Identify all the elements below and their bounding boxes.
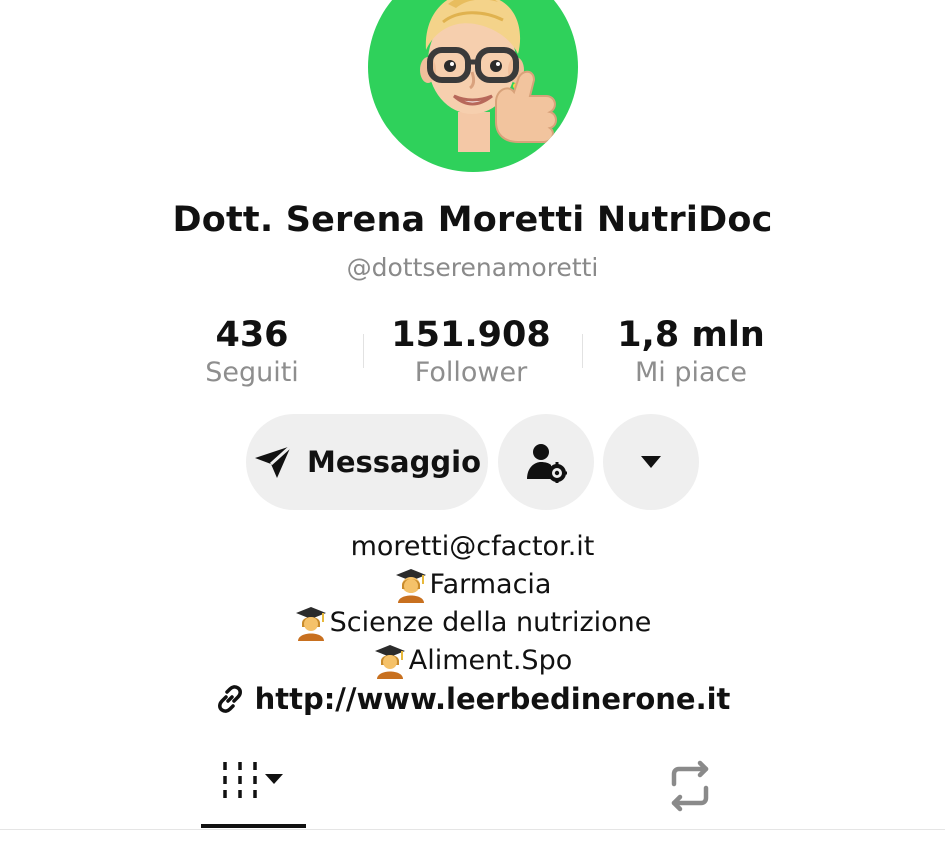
following-count: 436 bbox=[215, 315, 289, 355]
graduate-emoji-icon bbox=[374, 645, 405, 679]
bio-line: Aliment.Spo bbox=[0, 642, 945, 680]
graduate-emoji-icon bbox=[295, 607, 326, 641]
send-icon bbox=[255, 444, 293, 478]
message-button[interactable]: Messaggio bbox=[246, 414, 488, 510]
bio-line: Farmacia bbox=[0, 566, 945, 604]
message-button-label: Messaggio bbox=[307, 445, 481, 479]
stat-likes[interactable]: 1,8 mln Mi piace bbox=[581, 314, 801, 390]
repost-icon bbox=[671, 760, 709, 812]
bio-line: Scienze della nutrizione bbox=[0, 604, 945, 642]
bio-email-line: moretti@cfactor.it bbox=[0, 528, 945, 566]
user-settings-button[interactable] bbox=[498, 414, 594, 510]
tab-bar-divider bbox=[0, 829, 945, 830]
bio-line-text: Scienze della nutrizione bbox=[329, 607, 652, 638]
user-settings-icon bbox=[527, 444, 567, 483]
tab-videos[interactable] bbox=[201, 758, 306, 828]
likes-count: 1,8 mln bbox=[617, 315, 765, 355]
following-label: Seguiti bbox=[205, 357, 299, 388]
link-icon bbox=[217, 685, 242, 713]
likes-label: Mi piace bbox=[634, 357, 748, 388]
tab-reposts[interactable] bbox=[660, 760, 720, 812]
caret-down-icon bbox=[264, 774, 283, 784]
bio-line-text: Aliment.Spo bbox=[408, 645, 573, 676]
graduate-emoji-icon bbox=[395, 569, 426, 603]
profile-page: Dott. Serena Moretti NutriDoc @dottseren… bbox=[0, 0, 945, 844]
avatar[interactable] bbox=[368, 0, 578, 172]
bio: moretti@cfactor.it Farmacia Scienze dell… bbox=[0, 528, 945, 680]
followers-count: 151.908 bbox=[391, 315, 551, 355]
username-handle: @dottserenamoretti bbox=[346, 253, 599, 282]
bio-link[interactable]: http://www.leerbedinerone.it bbox=[0, 682, 945, 716]
memoji-avatar-image bbox=[420, 0, 557, 152]
followers-label: Follower bbox=[414, 357, 528, 388]
active-tab-indicator bbox=[201, 824, 306, 828]
bio-line-text: Farmacia bbox=[429, 569, 552, 600]
grid-icon bbox=[222, 762, 283, 798]
bio-email: moretti@cfactor.it bbox=[350, 531, 595, 562]
display-name: Dott. Serena Moretti NutriDoc bbox=[172, 200, 773, 240]
bio-link-url: http://www.leerbedinerone.it bbox=[254, 682, 731, 716]
stat-followers[interactable]: 151.908 Follower bbox=[361, 314, 581, 390]
stat-following[interactable]: 436 Seguiti bbox=[142, 314, 362, 390]
caret-down-icon bbox=[641, 456, 661, 468]
more-options-button[interactable] bbox=[603, 414, 699, 510]
